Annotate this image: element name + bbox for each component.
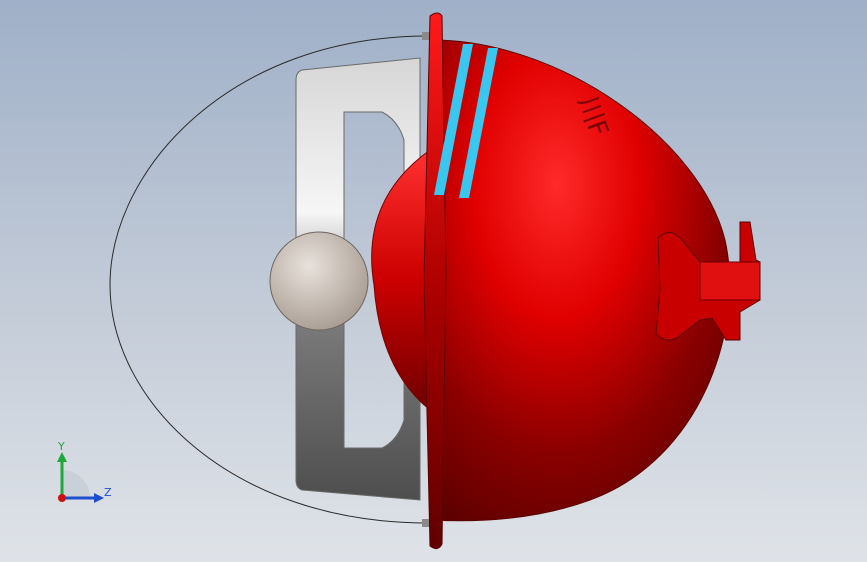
z-axis-label: Z [104,486,112,499]
origin-point [58,494,66,502]
rear-lens [371,149,431,412]
cad-viewport[interactable]: 川F Y Z [0,0,867,562]
y-axis-label: Y [57,440,65,453]
3d-model-view[interactable]: 川F [0,0,867,562]
coordinate-triad: Y Z [44,440,124,510]
y-axis-arrow [57,452,67,462]
adjustment-knob [269,231,369,331]
z-axis-arrow [94,493,104,503]
rim-flange [423,12,447,550]
